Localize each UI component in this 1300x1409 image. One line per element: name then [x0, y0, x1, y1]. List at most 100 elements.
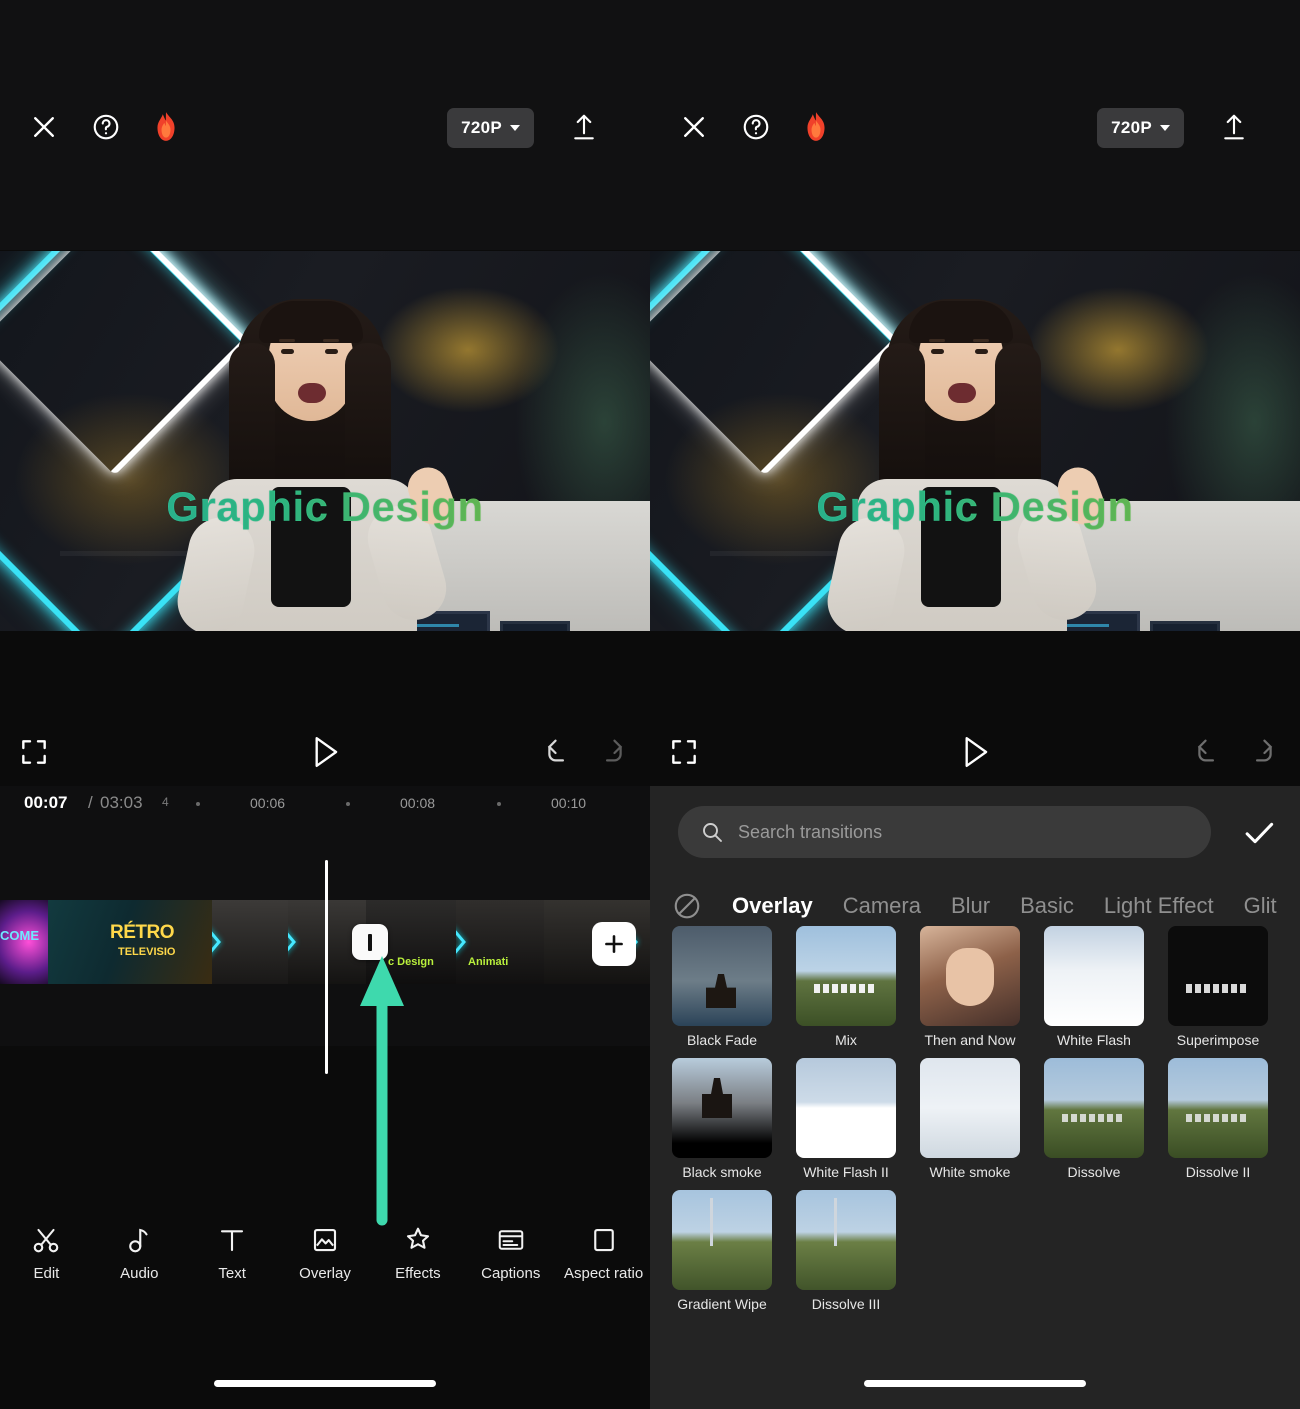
transitions-sheet: Overlay Camera Blur Basic Light Effect G…	[650, 786, 1300, 1409]
editor-toolbar: Edit Audio Text Overlay Effects Captions…	[0, 1219, 650, 1314]
transition-item-white-smoke[interactable]: White smoke	[920, 1058, 1020, 1180]
transition-item-superimpose[interactable]: Superimpose	[1168, 926, 1268, 1048]
close-icon[interactable]	[672, 105, 716, 149]
transition-label: Then and Now	[924, 1032, 1016, 1048]
play-icon[interactable]	[308, 734, 342, 770]
checkmark-icon[interactable]	[1240, 814, 1278, 852]
tool-captions[interactable]: Captions	[464, 1219, 557, 1282]
close-icon[interactable]	[22, 105, 66, 149]
play-icon[interactable]	[958, 734, 992, 770]
transition-item-black-fade[interactable]: Black Fade	[672, 926, 772, 1048]
timeline-total-time: 03:03	[100, 793, 143, 812]
transition-thumbnail	[796, 1058, 896, 1158]
tool-label: Aspect ratio	[563, 1265, 644, 1282]
timeline[interactable]: 00:07 / 03:03 4 00:06 00:08 00:10 COME R…	[0, 786, 650, 1074]
transition-item-dissolve-ii[interactable]: Dissolve II	[1168, 1058, 1268, 1180]
transition-label: Gradient Wipe	[677, 1296, 767, 1312]
tab-glitch[interactable]: Glit	[1244, 893, 1277, 919]
preview-caption-text: Graphic Design	[650, 483, 1300, 531]
transitions-grid: Black Fade Mix Then and Now White Flash …	[672, 926, 1292, 1322]
dual-screenshot-composite: 720P Graphic Design 00:07 / 03:03 4 00:0…	[0, 0, 1300, 1409]
square-icon	[589, 1225, 619, 1255]
transition-thumbnail	[920, 1058, 1020, 1158]
transition-chevron-icon	[456, 925, 470, 959]
presenter-figure	[171, 291, 460, 631]
no-transition-icon[interactable]	[672, 891, 702, 921]
timeline-current-time: 00:07	[24, 793, 68, 812]
transition-thumbnail	[1168, 926, 1268, 1026]
sparkle-star-icon	[403, 1225, 433, 1255]
transition-item-white-flash-ii[interactable]: White Flash II	[796, 1058, 896, 1180]
redo-icon[interactable]	[1246, 738, 1278, 768]
flame-icon[interactable]	[794, 105, 838, 149]
help-circle-icon[interactable]	[84, 105, 128, 149]
search-row	[650, 806, 1300, 862]
tab-blur[interactable]: Blur	[951, 893, 990, 919]
editor-panel-left: 720P Graphic Design 00:07 / 03:03 4 00:0…	[0, 0, 650, 1409]
tab-basic[interactable]: Basic	[1020, 893, 1074, 919]
chevron-down-icon	[510, 125, 520, 131]
transition-chevron-icon	[212, 925, 225, 959]
ruler-dot	[497, 802, 501, 806]
transition-item-dissolve[interactable]: Dissolve	[1044, 1058, 1144, 1180]
help-circle-icon[interactable]	[734, 105, 778, 149]
tool-overlay[interactable]: Overlay	[279, 1219, 372, 1282]
clip-thumbnail[interactable]: Animati	[456, 900, 544, 984]
tool-text[interactable]: Text	[186, 1219, 279, 1282]
export-upload-icon[interactable]	[1212, 105, 1256, 149]
tool-aspect-ratio[interactable]: Aspect ratio	[557, 1219, 650, 1282]
clip-thumbnail[interactable]: COME	[0, 900, 48, 984]
transition-item-gradient-wipe[interactable]: Gradient Wipe	[672, 1190, 772, 1312]
home-indicator	[864, 1380, 1086, 1387]
transition-item-then-and-now[interactable]: Then and Now	[920, 926, 1020, 1048]
presenter-figure	[821, 291, 1110, 631]
preview-background	[650, 251, 1300, 631]
transition-marker-button[interactable]	[352, 924, 388, 960]
timeline-playhead[interactable]	[325, 860, 328, 1074]
transition-label: Dissolve II	[1185, 1164, 1251, 1180]
clip-thumbnail[interactable]: RÉTRO TELEVISIO	[48, 900, 212, 984]
transition-category-tabs[interactable]: Overlay Camera Blur Basic Light Effect G…	[650, 880, 1300, 932]
ruler-partial-tick: 4	[162, 795, 169, 809]
tool-effects[interactable]: Effects	[371, 1219, 464, 1282]
transition-item-mix[interactable]: Mix	[796, 926, 896, 1048]
timeline-separator: /	[88, 793, 93, 812]
app-header-right: 720P	[650, 0, 1300, 250]
resolution-selector[interactable]: 720P	[447, 108, 534, 148]
text-t-icon	[217, 1225, 247, 1255]
redo-icon[interactable]	[596, 738, 628, 768]
transition-item-black-smoke[interactable]: Black smoke	[672, 1058, 772, 1180]
video-preview[interactable]: Graphic Design	[650, 251, 1300, 631]
transition-thumbnail	[1044, 926, 1144, 1026]
music-note-icon	[124, 1225, 154, 1255]
transition-item-white-flash[interactable]: White Flash	[1044, 926, 1144, 1048]
timeline-ruler[interactable]: 00:07 / 03:03 4 00:06 00:08 00:10	[0, 786, 650, 822]
transition-item-dissolve-iii[interactable]: Dissolve III	[796, 1190, 896, 1312]
clip-thumbnail[interactable]	[212, 900, 288, 984]
captions-icon	[496, 1225, 526, 1255]
ruler-dot	[346, 802, 350, 806]
flame-icon[interactable]	[144, 105, 188, 149]
tool-audio[interactable]: Audio	[93, 1219, 186, 1282]
tab-overlay[interactable]: Overlay	[732, 893, 813, 919]
transition-label: Superimpose	[1176, 1032, 1260, 1048]
playback-controls	[650, 726, 1300, 786]
tool-label: Text	[218, 1265, 246, 1282]
image-overlay-icon	[310, 1225, 340, 1255]
preview-caption-text: Graphic Design	[0, 483, 650, 531]
expand-icon[interactable]	[668, 736, 700, 768]
search-transitions-box[interactable]	[678, 806, 1211, 858]
export-upload-icon[interactable]	[562, 105, 606, 149]
undo-icon[interactable]	[1192, 738, 1224, 768]
tab-camera[interactable]: Camera	[843, 893, 921, 919]
monitor-secondary	[1150, 621, 1220, 631]
video-preview[interactable]: Graphic Design	[0, 251, 650, 631]
undo-icon[interactable]	[542, 738, 574, 768]
resolution-selector[interactable]: 720P	[1097, 108, 1184, 148]
search-input[interactable]	[738, 821, 1189, 843]
expand-icon[interactable]	[18, 736, 50, 768]
tool-edit[interactable]: Edit	[0, 1219, 93, 1282]
add-clip-button[interactable]	[592, 922, 636, 966]
ruler-dot	[196, 802, 200, 806]
tab-light-effect[interactable]: Light Effect	[1104, 893, 1214, 919]
